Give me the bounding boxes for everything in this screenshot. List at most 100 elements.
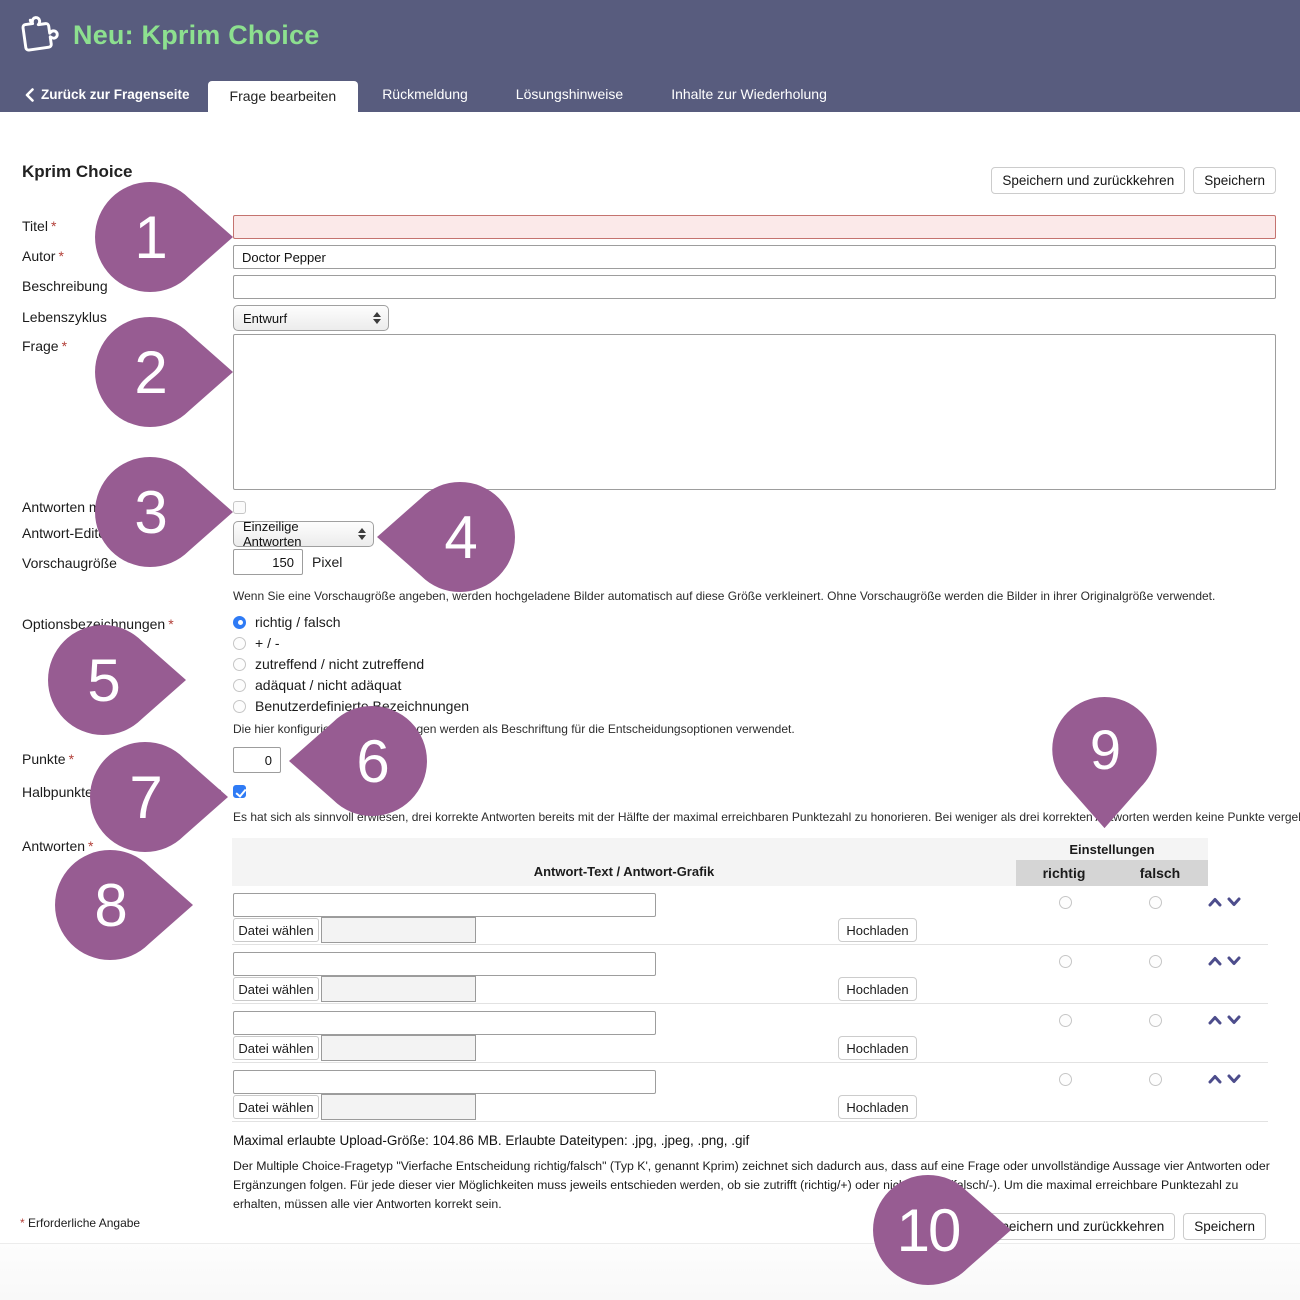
radio-richtig[interactable] [1059, 955, 1072, 968]
radio-falsch[interactable] [1149, 896, 1162, 909]
callout-marker-1: 1 [95, 182, 235, 292]
radio-falsch[interactable] [1149, 955, 1162, 968]
form-heading: Kprim Choice [22, 162, 133, 182]
file-name-box[interactable] [321, 976, 476, 1002]
beschreibung-label: Beschreibung [22, 277, 108, 295]
radio-benutzerdefiniert[interactable] [233, 700, 246, 713]
answers-table: Antwort-Text / Antwort-Grafik Einstellun… [232, 838, 1268, 1122]
option-label: + / - [255, 635, 280, 651]
save-and-return-button-bottom[interactable]: Speichern und zurückkehren [981, 1213, 1175, 1240]
halbpunkte-label: Halbpunktebewertung aktivieren [22, 783, 222, 801]
required-note: * Erforderliche Angabe [20, 1216, 140, 1230]
tab-loesungshinweise[interactable]: Lösungshinweise [492, 86, 647, 102]
move-up-icon[interactable] [1208, 1073, 1222, 1085]
vorschaugroesse-input[interactable] [233, 549, 303, 575]
radio-falsch[interactable] [1149, 1073, 1162, 1086]
answer-row: Datei wählen Hochladen [232, 1004, 1268, 1063]
callout-marker-4: 4 [375, 482, 515, 592]
halbpunkte-help: Es hat sich als sinnvoll erwiesen, drei … [233, 808, 1300, 827]
radio-richtig[interactable] [1059, 1073, 1072, 1086]
move-down-icon[interactable] [1227, 896, 1241, 908]
beschreibung-input[interactable] [233, 275, 1276, 299]
reorder-controls [1208, 896, 1241, 908]
frage-label: Frage* [22, 337, 67, 355]
antworten-mischen-label: Antworten mischen [22, 498, 222, 516]
required-asterisk: * [88, 838, 93, 854]
antworten-label: Antworten* [22, 837, 94, 855]
move-down-icon[interactable] [1227, 1014, 1241, 1026]
callout-number: 4 [405, 482, 515, 592]
antworten-mischen-checkbox[interactable] [233, 501, 246, 514]
reorder-controls [1208, 1014, 1241, 1026]
answer-text-input[interactable] [233, 952, 656, 976]
lebenszyklus-value: Entwurf [243, 311, 287, 326]
answer-text-input[interactable] [233, 893, 656, 917]
answer-text-input[interactable] [233, 1011, 656, 1035]
move-up-icon[interactable] [1208, 896, 1222, 908]
chevron-left-icon [25, 88, 34, 102]
required-asterisk: * [20, 1216, 25, 1230]
upload-button[interactable]: Hochladen [838, 1095, 917, 1119]
option-label: zutreffend / nicht zutreffend [255, 656, 424, 672]
save-button-bottom[interactable]: Speichern [1183, 1213, 1266, 1240]
callout-number: 9 [1052, 697, 1157, 802]
radio-zutreffend[interactable] [233, 658, 246, 671]
required-asterisk: * [69, 751, 74, 767]
tab-bar: Zurück zur Fragenseite Frage bearbeiten … [0, 74, 1300, 112]
move-up-icon[interactable] [1208, 955, 1222, 967]
upload-button[interactable]: Hochladen [838, 977, 917, 1001]
move-down-icon[interactable] [1227, 955, 1241, 967]
page-title: Neu: Kprim Choice [73, 20, 319, 51]
radio-adaequat[interactable] [233, 679, 246, 692]
upload-note: Maximal erlaubte Upload-Größe: 104.86 MB… [233, 1133, 749, 1148]
file-name-box[interactable] [321, 917, 476, 943]
file-name-box[interactable] [321, 1094, 476, 1120]
antwort-editor-select[interactable]: Einzeilige Antworten [233, 521, 374, 547]
tab-inhalte-wiederholung[interactable]: Inhalte zur Wiederholung [647, 86, 851, 102]
option-label: adäquat / nicht adäquat [255, 677, 401, 693]
punkte-input[interactable] [233, 747, 281, 773]
choose-file-button[interactable]: Datei wählen [233, 1036, 319, 1060]
choose-file-button[interactable]: Datei wählen [233, 1095, 319, 1119]
radio-richtig[interactable] [1059, 1014, 1072, 1027]
vorschaugroesse-label: Vorschaugröße [22, 554, 117, 572]
frage-textarea[interactable] [233, 334, 1276, 490]
required-asterisk: * [58, 248, 63, 264]
callout-marker-2: 2 [95, 317, 235, 427]
back-link-label: Zurück zur Fragenseite [41, 87, 190, 102]
antwort-editor-label: Antwort-Editor [22, 524, 111, 542]
upload-button[interactable]: Hochladen [838, 918, 917, 942]
settings-column-header: Einstellungen [1016, 838, 1208, 860]
save-and-return-button-top[interactable]: Speichern und zurückkehren [991, 167, 1185, 194]
callout-number: 8 [55, 850, 165, 960]
lebenszyklus-select[interactable]: Entwurf [233, 305, 389, 331]
callout-number: 2 [95, 317, 205, 427]
option-row: zutreffend / nicht zutreffend [233, 654, 424, 674]
radio-falsch[interactable] [1149, 1014, 1162, 1027]
radio-richtig-falsch[interactable] [233, 616, 246, 629]
upload-button[interactable]: Hochladen [838, 1036, 917, 1060]
move-down-icon[interactable] [1227, 1073, 1241, 1085]
back-link[interactable]: Zurück zur Fragenseite [25, 87, 190, 102]
save-button-top[interactable]: Speichern [1193, 167, 1276, 194]
radio-plus-minus[interactable] [233, 637, 246, 650]
move-up-icon[interactable] [1208, 1014, 1222, 1026]
autor-label: Autor* [22, 247, 64, 265]
richtig-column-header: richtig [1016, 860, 1112, 886]
lebenszyklus-label: Lebenszyklus [22, 308, 107, 326]
titel-input[interactable] [233, 215, 1276, 239]
tab-rueckmeldung[interactable]: Rückmeldung [358, 86, 492, 102]
tab-frage-bearbeiten[interactable]: Frage bearbeiten [208, 81, 359, 112]
halbpunkte-checkbox[interactable] [233, 785, 246, 798]
top-actions: Speichern und zurückkehren Speichern [991, 167, 1276, 194]
file-name-box[interactable] [321, 1035, 476, 1061]
choose-file-button[interactable]: Datei wählen [233, 918, 319, 942]
answer-row: Datei wählen Hochladen [232, 886, 1268, 945]
answer-text-input[interactable] [233, 1070, 656, 1094]
header-bar: Neu: Kprim Choice Zurück zur Fragenseite… [0, 0, 1300, 112]
autor-input[interactable] [233, 245, 1276, 269]
radio-richtig[interactable] [1059, 896, 1072, 909]
choose-file-button[interactable]: Datei wählen [233, 977, 319, 1001]
reorder-controls [1208, 955, 1241, 967]
required-asterisk: * [51, 218, 56, 234]
